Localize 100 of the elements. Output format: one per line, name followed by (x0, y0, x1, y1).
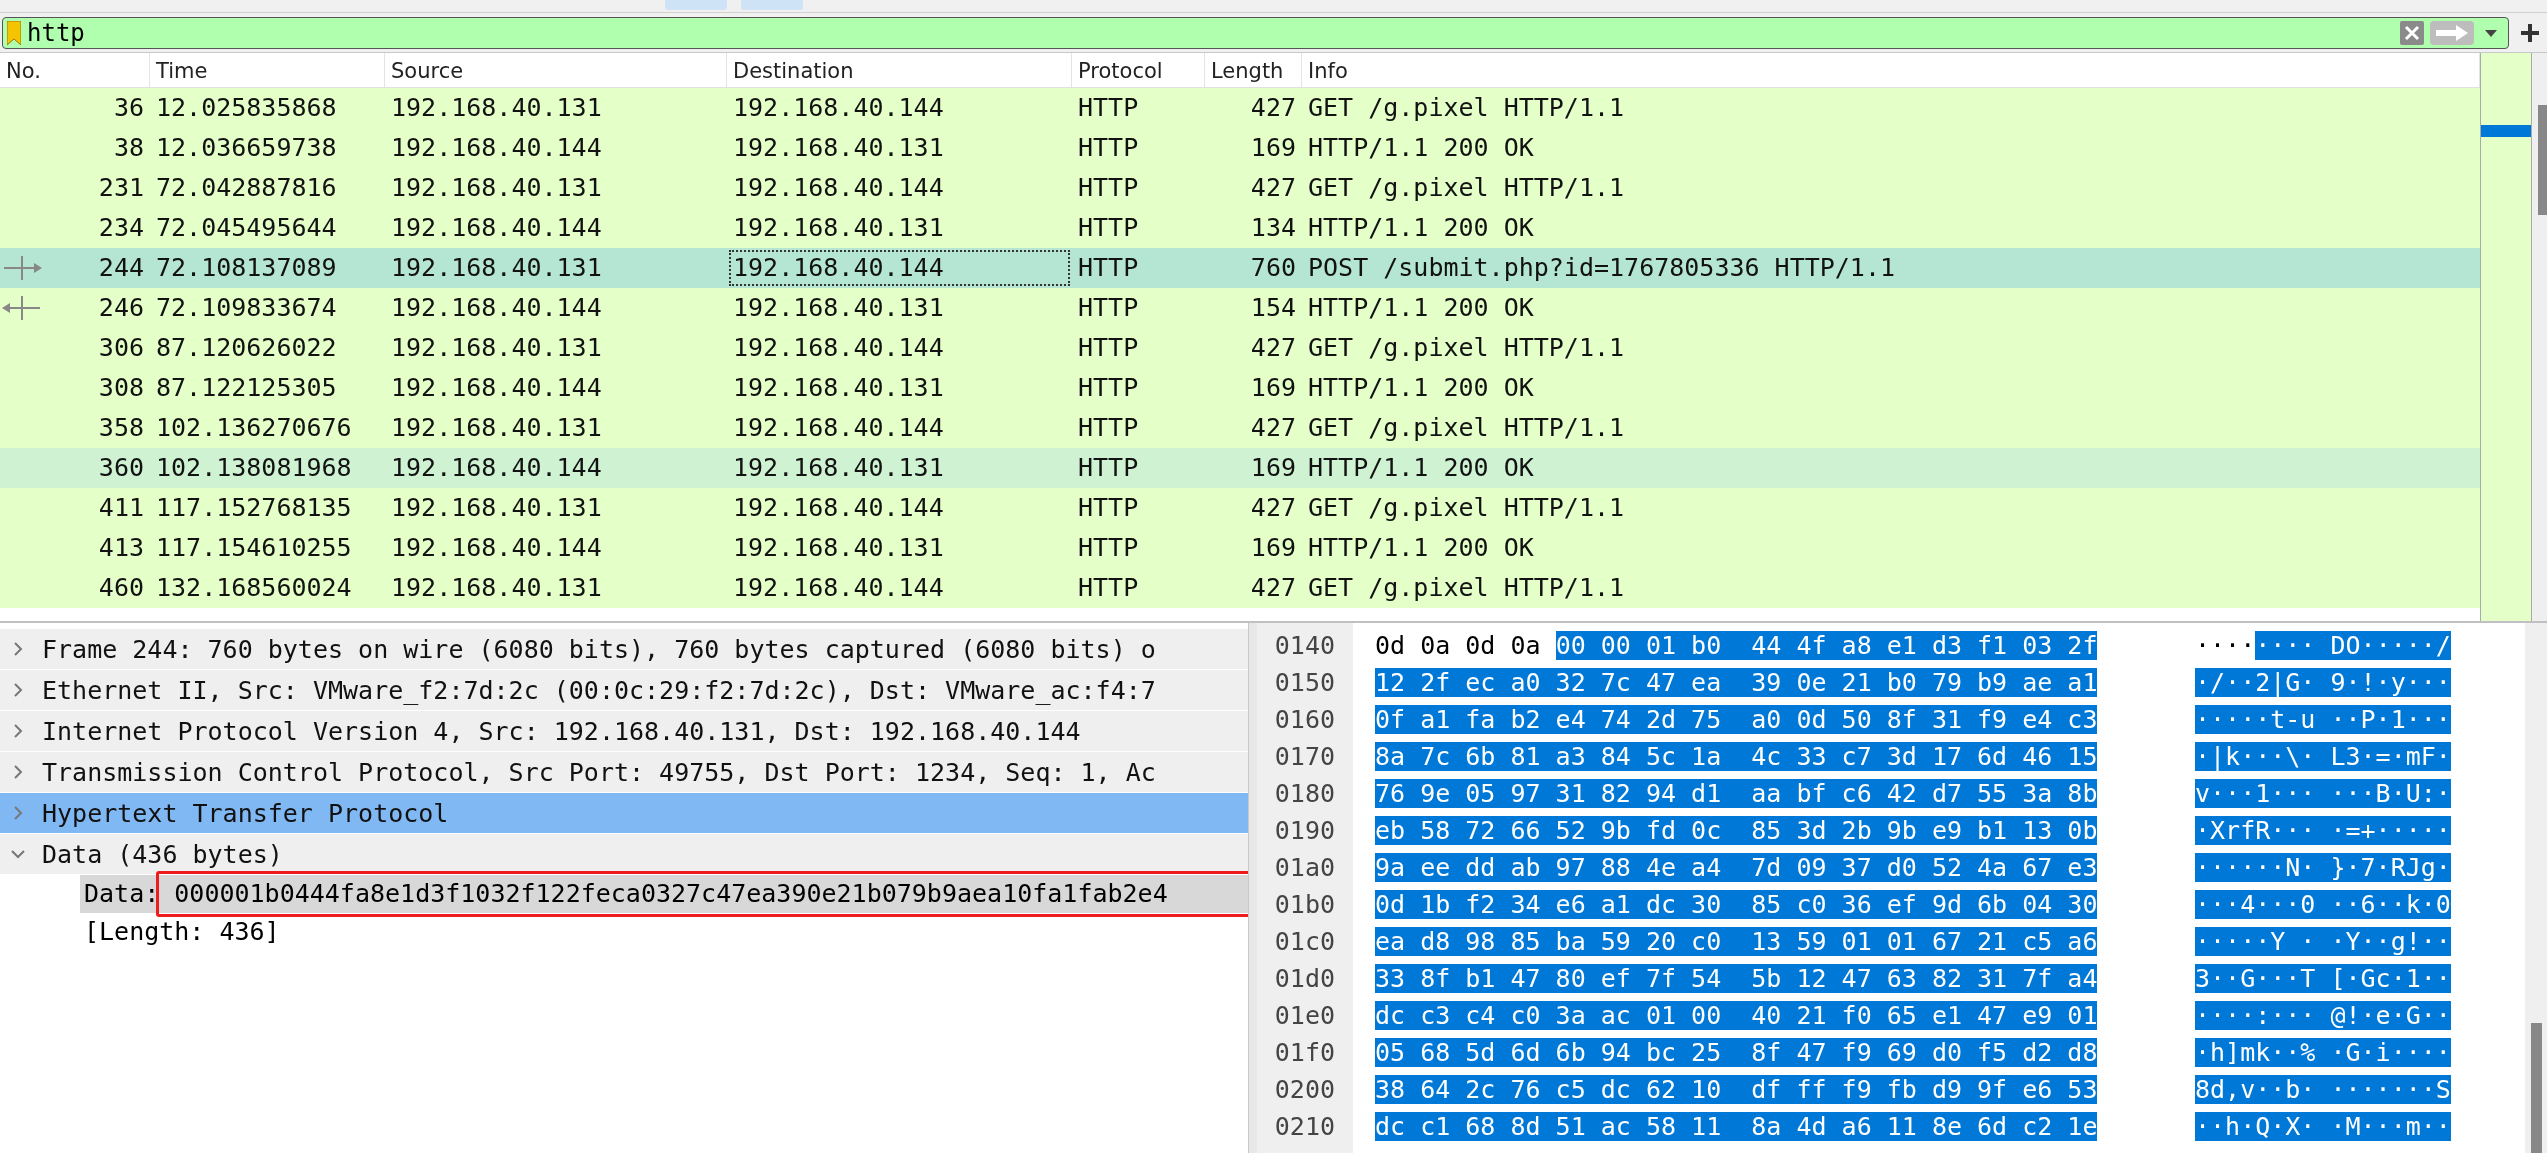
tree-item[interactable]: Ethernet II, Src: VMware_f2:7d:2c (00:0c:29:f2:7d:2c), Dst: VMware_ac:f4:7 (0, 670, 1248, 710)
table-cell-text: 72.108137089 (155, 252, 338, 284)
ascii-bytes[interactable]: ···· DO·····/ (2255, 631, 2451, 660)
filter-input[interactable]: http (27, 18, 2394, 47)
tree-item[interactable]: Internet Protocol Version 4, Src: 192.168.40.131, Dst: 192.168.40.144 (0, 711, 1248, 751)
table-cell-text: 72.042887816 (155, 172, 338, 204)
table-cell-text: 192.168.40.144 (732, 92, 945, 124)
ascii-bytes[interactable]: ······N· }·7·RJg· (2195, 853, 2451, 882)
packet-row[interactable]: 246 72.109833674 192.168.40.144 192.168.40.131 HTTP 154 HTTP/1.1 200 OK (0, 288, 2480, 328)
hex-bytes[interactable]: 8a 7c 6b 81 a3 84 5c 1a 4c 33 c7 3d 17 6d 46 15 (1375, 742, 2098, 771)
hex-bytes[interactable]: dc c3 c4 c0 3a ac 01 00 40 21 f0 65 e1 47 e9 01 (1375, 1001, 2098, 1030)
packet-row[interactable]: 306 87.120626022 192.168.40.131 192.168.40.144 HTTP 427 GET /g.pixel HTTP/1.1 (0, 328, 2480, 368)
scrollbar-thumb[interactable] (2538, 105, 2547, 215)
packet-row[interactable]: 36 12.025835868 192.168.40.131 192.168.40.144 HTTP 427 GET /g.pixel HTTP/1.1 (0, 88, 2480, 128)
table-cell-text: 192.168.40.131 (732, 132, 945, 164)
hex-bytes[interactable]: 0f a1 fa b2 e4 74 2d 75 a0 0d 50 8f 31 f9 e4 c3 (1375, 705, 2098, 734)
hex-bytes[interactable]: 0d 1b f2 34 e6 a1 dc 30 85 c0 36 ef 9d 6b 04 30 (1375, 890, 2098, 919)
column-header[interactable]: Time (150, 53, 385, 87)
column-header[interactable]: Length (1205, 53, 1302, 87)
ascii-bytes[interactable]: v···1··· ···B·U:· (2195, 779, 2451, 808)
table-cell-text: 231 (97, 172, 145, 204)
table-cell-text: 72.045495644 (155, 212, 338, 244)
clear-icon[interactable] (2400, 20, 2424, 45)
tree-item[interactable]: Transmission Control Protocol, Src Port: 49755, Dst Port: 1234, Seq: 1, Ac (0, 752, 1248, 792)
table-cell-text: 192.168.40.131 (732, 532, 945, 564)
ascii-bytes[interactable]: ···4···0 ··6··k·0 (2195, 890, 2451, 919)
table-cell-text: 192.168.40.144 (390, 132, 603, 164)
table-cell-text: 192.168.40.131 (390, 332, 603, 364)
column-header[interactable]: No. (0, 53, 150, 87)
packet-minimap[interactable] (2480, 53, 2532, 621)
table-cell-text: HTTP/1.1 200 OK (1307, 292, 1535, 324)
table-cell-text: 427 (1249, 172, 1297, 204)
column-header[interactable]: Source (385, 53, 727, 87)
scrollbar[interactable] (2525, 623, 2547, 1153)
ascii-bytes[interactable]: ···· (2195, 631, 2256, 660)
table-cell-text: HTTP (1077, 492, 1140, 524)
hex-bytes[interactable]: 9a ee dd ab 97 88 4e a4 7d 09 37 d0 52 4a 67 e3 (1375, 853, 2098, 882)
hex-bytes[interactable]: 33 8f b1 47 80 ef 7f 54 5b 12 47 63 82 31 7f a4 (1375, 964, 2098, 993)
packet-row[interactable]: 460 132.168560024 192.168.40.131 192.168.40.144 HTTP 427 GET /g.pixel HTTP/1.1 (0, 568, 2480, 608)
packet-row[interactable]: 308 87.122125305 192.168.40.144 192.168.40.131 HTTP 169 HTTP/1.1 200 OK (0, 368, 2480, 408)
byte-offset: 0170 (1274, 741, 1335, 773)
hex-bytes[interactable]: 38 64 2c 76 c5 dc 62 10 df ff f9 fb d9 9f e6 53 (1375, 1075, 2098, 1104)
hex-bytes[interactable]: 00 00 01 b0 44 4f a8 e1 d3 f1 03 2f (1555, 631, 2098, 660)
hex-bytes[interactable]: 76 9e 05 97 31 82 94 d1 aa bf c6 42 d7 55 3a 8b (1375, 779, 2098, 808)
ascii-bytes[interactable]: ·h]mk··% ·G·i···· (2195, 1038, 2451, 1067)
scrollbar[interactable] (2532, 53, 2547, 621)
hex-bytes[interactable]: 0d 0a 0d 0a (1375, 631, 1556, 660)
byte-offset: 0210 (1274, 1111, 1335, 1143)
table-cell-text: HTTP/1.1 200 OK (1307, 132, 1535, 164)
byte-offset: 0160 (1274, 704, 1335, 736)
byte-offset: 01a0 (1274, 852, 1335, 884)
byte-offset: 0200 (1274, 1074, 1335, 1106)
table-cell-text: 192.168.40.144 (732, 492, 945, 524)
tree-item-text: Internet Protocol Version 4, Src: 192.168.40.131, Dst: 192.168.40.144 (42, 716, 1081, 746)
ascii-bytes[interactable]: 8d,v··b· ·······S (2195, 1075, 2451, 1104)
tree-item[interactable]: Hypertext Transfer Protocol (0, 793, 1248, 833)
hex-bytes[interactable]: dc c1 68 8d 51 ac 58 11 8a 4d a6 11 8e 6d c2 1e (1375, 1112, 2098, 1141)
hex-bytes[interactable]: eb 58 72 66 52 9b fd 0c 85 3d 2b 9b e9 b1 13 0b (1375, 816, 2098, 845)
packet-row[interactable]: 38 12.036659738 192.168.40.144 192.168.40.131 HTTP 169 HTTP/1.1 200 OK (0, 128, 2480, 168)
tree-item[interactable]: [Length: 436] (80, 913, 1248, 951)
table-cell-text: 87.122125305 (155, 372, 338, 404)
column-header[interactable]: Protocol (1072, 53, 1205, 87)
bookmark-icon[interactable] (7, 20, 21, 45)
ascii-bytes[interactable]: ·····t-u ··P·1··· (2195, 705, 2451, 734)
tree-item[interactable]: Data (436 bytes) (0, 834, 1248, 874)
table-cell-text: HTTP/1.1 200 OK (1307, 452, 1535, 484)
hex-bytes[interactable]: 05 68 5d 6d 6b 94 bc 25 8f 47 f9 69 d0 f5 d2 d8 (1375, 1038, 2098, 1067)
ascii-bytes[interactable]: ··h·Q·X· ·M···m·· (2195, 1112, 2451, 1141)
packet-row[interactable]: 244 72.108137089 192.168.40.131 192.168.40.144 HTTP 760 POST /submit.php?id=1767805336 HTTP/1.1 (0, 248, 2480, 288)
packet-row[interactable]: 411 117.152768135 192.168.40.131 192.168.40.144 HTTP 427 GET /g.pixel HTTP/1.1 (0, 488, 2480, 528)
ascii-bytes[interactable]: ····:··· @!·e·G·· (2195, 1001, 2451, 1030)
packet-row[interactable]: 231 72.042887816 192.168.40.131 192.168.40.144 HTTP 427 GET /g.pixel HTTP/1.1 (0, 168, 2480, 208)
hex-bytes[interactable]: 12 2f ec a0 32 7c 47 ea 39 0e 21 b0 79 b9 ae a1 (1375, 668, 2098, 697)
table-cell-text: POST /submit.php?id=1767805336 HTTP/1.1 (1307, 252, 1896, 284)
pane-splitter[interactable] (1247, 623, 1257, 1153)
byte-offset: 0190 (1274, 815, 1335, 847)
add-icon[interactable] (2519, 21, 2541, 44)
column-header[interactable]: Destination (727, 53, 1072, 87)
table-cell-text: HTTP (1077, 572, 1140, 604)
packet-row[interactable]: 413 117.154610255 192.168.40.144 192.168.40.131 HTTP 169 HTTP/1.1 200 OK (0, 528, 2480, 568)
packet-row[interactable]: 360 102.138081968 192.168.40.144 192.168.40.131 HTTP 169 HTTP/1.1 200 OK (0, 448, 2480, 488)
ascii-bytes[interactable]: ·XrfR··· ·=+····· (2195, 816, 2451, 845)
table-cell-text: 306 (97, 332, 145, 364)
table-cell-text: HTTP (1077, 292, 1140, 324)
ascii-bytes[interactable]: ·····Y · ·Y··g!·· (2195, 927, 2451, 956)
table-cell: 192.168.40.144 (727, 248, 1072, 288)
packet-row[interactable]: 358 102.136270676 192.168.40.131 192.168.40.144 HTTP 427 GET /g.pixel HTTP/1.1 (0, 408, 2480, 448)
table-cell-text: 192.168.40.131 (390, 172, 603, 204)
ascii-bytes[interactable]: ·|k···\· L3·=·mF· (2195, 742, 2451, 771)
hex-bytes[interactable]: ea d8 98 85 ba 59 20 c0 13 59 01 01 67 21 c5 a6 (1375, 927, 2098, 956)
table-cell-text: 427 (1249, 332, 1297, 364)
byte-offset: 01c0 (1274, 926, 1335, 958)
table-cell-text: 246 (97, 292, 145, 324)
scrollbar-thumb[interactable] (2531, 1023, 2542, 1153)
table-cell-text: 102.138081968 (155, 452, 353, 484)
ascii-bytes[interactable]: 3··G···T [·Gc·1·· (2195, 964, 2451, 993)
display-filter-field[interactable]: http (2, 16, 2509, 49)
packet-row[interactable]: 234 72.045495644 192.168.40.144 192.168.40.131 HTTP 134 HTTP/1.1 200 OK (0, 208, 2480, 248)
ascii-bytes[interactable]: ·/··2|G· 9·!·y··· (2195, 668, 2451, 697)
tree-item[interactable]: Frame 244: 760 bytes on wire (6080 bits), 760 bytes captured (6080 bits) o (0, 629, 1248, 669)
